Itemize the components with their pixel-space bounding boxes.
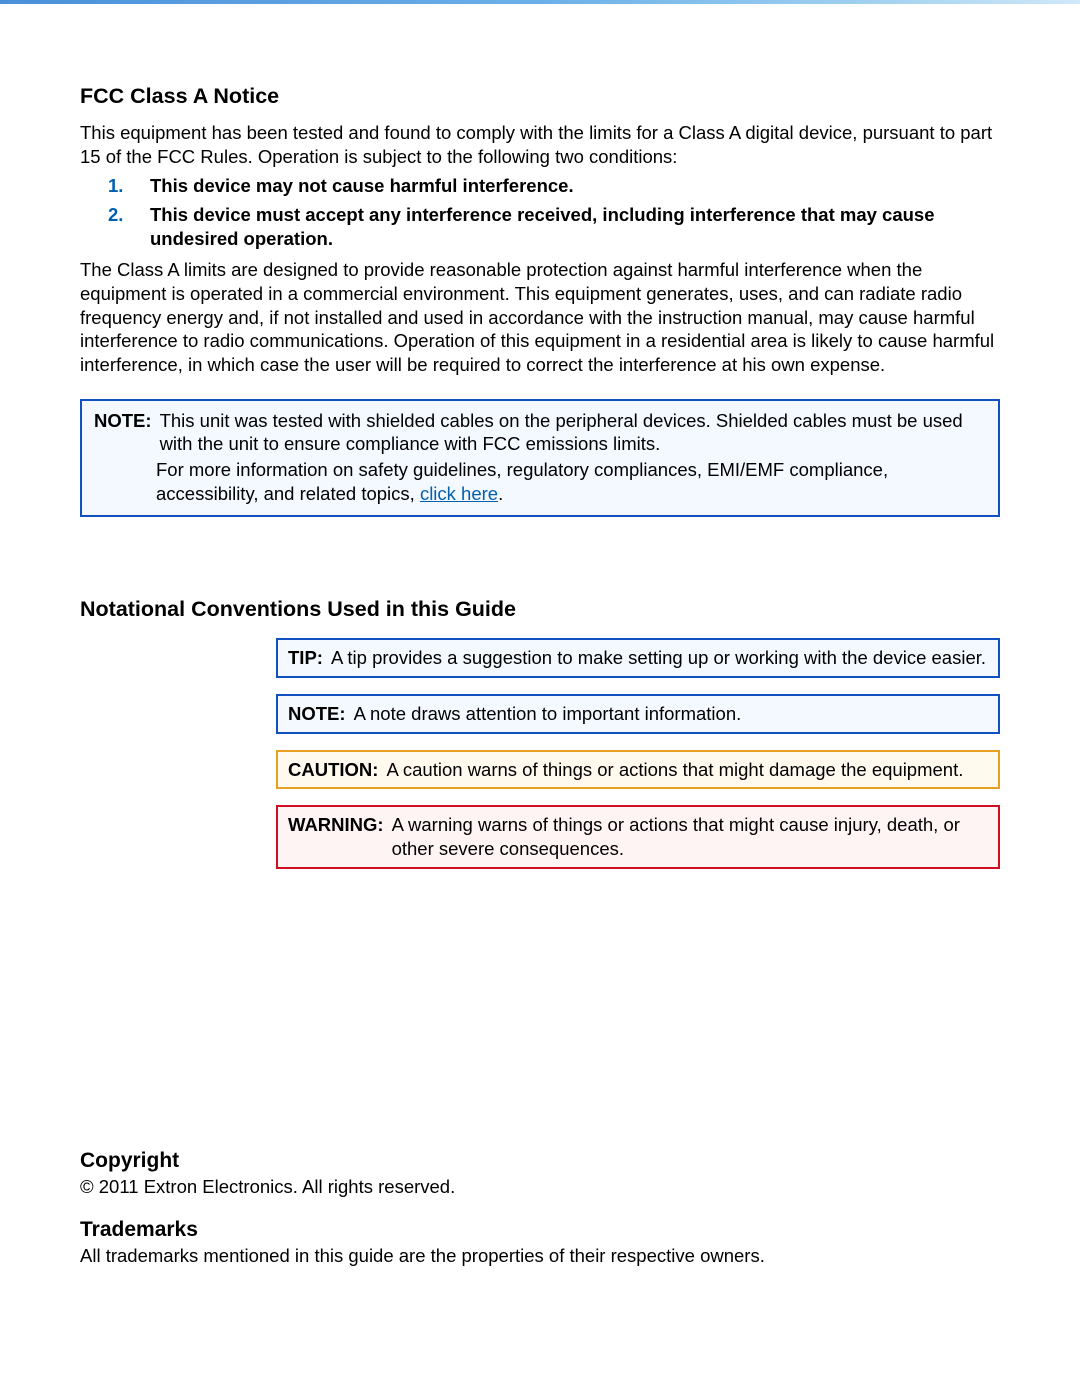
footer-section: Copyright © 2011 Extron Electronics. All… xyxy=(80,1149,1000,1268)
fcc-condition-1-text: This device may not cause harmful interf… xyxy=(150,175,574,196)
copyright-text: © 2011 Extron Electronics. All rights re… xyxy=(80,1175,1000,1199)
note-convention-box: NOTE: A note draws attention to importan… xyxy=(276,694,1000,734)
conventions-section: Notational Conventions Used in this Guid… xyxy=(80,597,1000,868)
page-content: FCC Class A Notice This equipment has be… xyxy=(0,4,1080,1314)
tip-text: A tip provides a suggestion to make sett… xyxy=(331,646,988,670)
list-marker: 2. xyxy=(108,203,123,227)
tip-box: TIP: A tip provides a suggestion to make… xyxy=(276,638,1000,678)
fcc-body: The Class A limits are designed to provi… xyxy=(80,258,1000,376)
copyright-heading: Copyright xyxy=(80,1149,1000,1173)
note-line2-post: . xyxy=(498,483,503,504)
fcc-condition-1: 1. This device may not cause harmful int… xyxy=(128,174,1000,198)
caution-text: A caution warns of things or actions tha… xyxy=(386,758,988,782)
tip-label: TIP: xyxy=(288,646,323,670)
warning-text: A warning warns of things or actions tha… xyxy=(392,813,988,860)
click-here-link[interactable]: click here xyxy=(420,483,498,504)
note-label: NOTE: xyxy=(94,409,152,456)
warning-box: WARNING: A warning warns of things or ac… xyxy=(276,805,1000,868)
caution-box: CAUTION: A caution warns of things or ac… xyxy=(276,750,1000,790)
note-line2: For more information on safety guideline… xyxy=(156,458,986,505)
note-convention-label: NOTE: xyxy=(288,702,346,726)
note-convention-text: A note draws attention to important info… xyxy=(354,702,988,726)
fcc-condition-2-text: This device must accept any interference… xyxy=(150,204,935,249)
caution-label: CAUTION: xyxy=(288,758,378,782)
note-line2-pre: For more information on safety guideline… xyxy=(156,459,888,504)
fcc-section: FCC Class A Notice This equipment has be… xyxy=(80,84,1000,377)
fcc-condition-2: 2. This device must accept any interfere… xyxy=(128,203,1000,250)
list-marker: 1. xyxy=(108,174,123,198)
fcc-intro: This equipment has been tested and found… xyxy=(80,121,1000,168)
note-line1: This unit was tested with shielded cable… xyxy=(160,409,986,456)
convention-boxes: TIP: A tip provides a suggestion to make… xyxy=(276,638,1000,868)
warning-label: WARNING: xyxy=(288,813,384,860)
fcc-heading: FCC Class A Notice xyxy=(80,84,1000,109)
fcc-conditions-list: 1. This device may not cause harmful int… xyxy=(80,174,1000,250)
trademarks-text: All trademarks mentioned in this guide a… xyxy=(80,1244,1000,1268)
conventions-heading: Notational Conventions Used in this Guid… xyxy=(80,597,1000,622)
trademarks-heading: Trademarks xyxy=(80,1218,1000,1242)
note-box: NOTE: This unit was tested with shielded… xyxy=(80,399,1000,518)
